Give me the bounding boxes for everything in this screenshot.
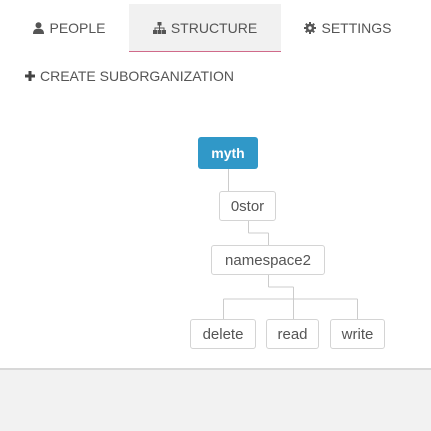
tree-node-delete-label: delete xyxy=(202,325,244,343)
tree-node-read-label: read xyxy=(277,325,308,343)
footer-panel xyxy=(0,368,431,431)
tree-node-write-label: write xyxy=(341,325,374,343)
tree-node-delete[interactable]: delete xyxy=(190,319,256,349)
tree-node-read[interactable]: read xyxy=(266,319,319,349)
tree-connectors xyxy=(223,169,358,319)
tree-node-0stor[interactable]: 0stor xyxy=(219,191,276,221)
tree-node-namespace2-label: namespace2 xyxy=(225,251,311,269)
tree-node-write[interactable]: write xyxy=(330,319,385,349)
tree-node-namespace2[interactable]: namespace2 xyxy=(211,245,325,275)
tree-node-0stor-label: 0stor xyxy=(230,197,265,215)
tree-node-root-label: myth xyxy=(211,145,245,161)
tree-node-root[interactable]: myth xyxy=(198,137,258,169)
